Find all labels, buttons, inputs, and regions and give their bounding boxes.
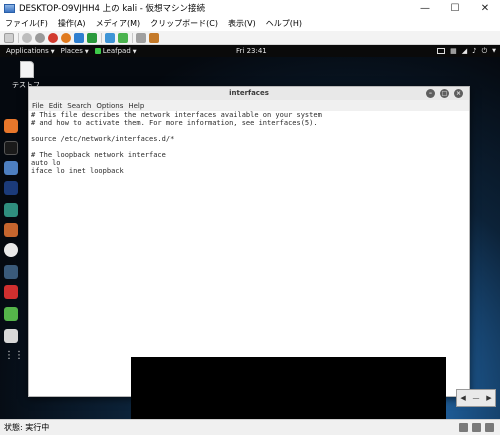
text-line: [31, 127, 469, 135]
vm-connect-icon: [4, 3, 15, 13]
metasploit-icon[interactable]: [4, 181, 18, 195]
leafpad-titlebar[interactable]: interfaces – □ ×: [29, 87, 469, 100]
clock[interactable]: Fri 23:41: [236, 45, 267, 57]
leafpad-menu-edit[interactable]: Edit: [49, 102, 63, 110]
firefox-icon[interactable]: [4, 119, 18, 133]
lock-status-icon: [472, 423, 481, 432]
text-line: source /etc/network/interfaces.d/*: [31, 135, 175, 143]
toolbar-separator: [18, 32, 19, 43]
background-window: [131, 357, 446, 419]
toolbar-separator: [101, 32, 102, 43]
keyboard-icon: ▦: [450, 47, 457, 55]
leafpad-menu-help[interactable]: Help: [128, 102, 144, 110]
maximize-icon[interactable]: □: [440, 89, 449, 98]
leafpad-menu-file[interactable]: File: [32, 102, 44, 110]
reset-icon[interactable]: [87, 32, 97, 43]
text-line: # and how to activate them. For more inf…: [31, 119, 318, 127]
leafpad-icon: [94, 48, 101, 54]
leafpad-menubar: File Edit Search Options Help: [29, 100, 469, 111]
status-text: 状態: 実行中: [4, 423, 50, 432]
turn-off-icon[interactable]: [35, 32, 45, 43]
burpsuite-icon[interactable]: [4, 223, 18, 237]
text-line: # This file describes the network interf…: [31, 111, 322, 119]
show-apps-icon[interactable]: ⋮⋮: [4, 349, 24, 363]
text-line: # The loopback network interface: [31, 151, 166, 159]
settings-icon[interactable]: [4, 329, 18, 343]
keyboard-status-icon: [459, 423, 468, 432]
chevron-down-icon: ▼: [132, 49, 137, 55]
file-icon: [20, 61, 34, 78]
applications-label: Applications: [6, 47, 49, 55]
beef-icon[interactable]: [4, 243, 18, 257]
text-line: auto lo: [31, 159, 61, 167]
maltego-icon[interactable]: [4, 265, 18, 279]
files-icon[interactable]: [4, 161, 18, 175]
workspace-icon[interactable]: [437, 48, 446, 54]
vm-display[interactable]: Applications ▼ Places ▼ Leafpad ▼ Fri 23:41…: [0, 45, 500, 419]
menu-help[interactable]: ヘルプ(H): [261, 18, 307, 29]
chevron-down-icon: ▼: [492, 48, 496, 54]
minus-icon[interactable]: —: [472, 394, 479, 402]
kali-top-panel: Applications ▼ Places ▼ Leafpad ▼ Fri 23:41…: [0, 45, 500, 57]
leafpad-title: interfaces: [229, 89, 269, 97]
terminal-icon[interactable]: [4, 141, 18, 155]
host-titlebar: DESKTOP-O9VJHH4 上の kali - 仮想マシン接続 — ☐ ✕: [0, 0, 500, 16]
chevron-down-icon: ▼: [50, 49, 55, 55]
arrow-left-icon[interactable]: ◀: [460, 394, 465, 402]
power-menu-icon: ⏻: [481, 46, 488, 55]
minimize-button[interactable]: —: [410, 0, 440, 16]
start-icon[interactable]: [22, 32, 32, 43]
leafpad-app-menu[interactable]: Leafpad ▼: [94, 47, 137, 55]
host-menubar: ファイル(F) 操作(A) メディア(M) クリップボード(C) 表示(V) ヘ…: [0, 16, 500, 31]
share-icon[interactable]: [149, 32, 159, 43]
leafpad-menu-options[interactable]: Options: [96, 102, 123, 110]
leafpad-label: Leafpad: [102, 47, 131, 55]
faraday-icon[interactable]: [4, 285, 18, 299]
armitage-icon[interactable]: [4, 203, 18, 217]
menu-action[interactable]: 操作(A): [53, 18, 91, 29]
checkpoint-icon[interactable]: [105, 32, 115, 43]
menu-clipboard[interactable]: クリップボード(C): [145, 18, 223, 29]
text-line: [31, 143, 469, 151]
chevron-down-icon: ▼: [84, 49, 89, 55]
host-statusbar: 状態: 実行中: [0, 419, 500, 435]
minimize-icon[interactable]: –: [426, 89, 435, 98]
host-window-title: DESKTOP-O9VJHH4 上の kali - 仮想マシン接続: [19, 4, 206, 14]
menu-view[interactable]: 表示(V): [223, 18, 261, 29]
pause-icon[interactable]: [74, 32, 84, 43]
close-button[interactable]: ✕: [470, 0, 500, 16]
network-status-icon: [485, 423, 494, 432]
leafpad-icon[interactable]: [4, 307, 18, 321]
system-tray[interactable]: ▦ ◢ ♪ ⏻ ▼: [437, 45, 496, 57]
places-label: Places: [60, 47, 83, 55]
text-editor-area[interactable]: # This file describes the network interf…: [29, 111, 469, 175]
maximize-button[interactable]: ☐: [440, 0, 470, 16]
arrow-right-icon[interactable]: ▶: [486, 394, 491, 402]
text-line: iface lo inet loopback: [31, 167, 124, 175]
menu-file[interactable]: ファイル(F): [0, 18, 53, 29]
places-menu[interactable]: Places ▼: [61, 47, 89, 55]
network-icon: ◢: [461, 47, 468, 55]
window-controls: – □ ×: [426, 89, 463, 98]
toolbar-separator: [132, 32, 133, 43]
host-toolbar: [0, 31, 500, 45]
applications-menu[interactable]: Applications ▼: [6, 47, 55, 55]
leafpad-menu-search[interactable]: Search: [67, 102, 91, 110]
enhanced-session-icon[interactable]: [136, 32, 146, 43]
shutdown-icon[interactable]: [48, 32, 58, 43]
menu-media[interactable]: メディア(M): [91, 18, 146, 29]
status-icons: [459, 423, 494, 432]
vm-scroll-control[interactable]: ◀ — ▶: [456, 389, 496, 407]
hyperv-connection-window: DESKTOP-O9VJHH4 上の kali - 仮想マシン接続 — ☐ ✕ …: [0, 0, 500, 435]
volume-icon: ♪: [472, 47, 477, 55]
ctrl-alt-del-icon[interactable]: [4, 32, 14, 43]
leafpad-window: interfaces – □ × File Edit Search Option…: [28, 86, 470, 397]
revert-icon[interactable]: [118, 32, 128, 43]
power-icon[interactable]: [61, 32, 71, 43]
close-icon[interactable]: ×: [454, 89, 463, 98]
